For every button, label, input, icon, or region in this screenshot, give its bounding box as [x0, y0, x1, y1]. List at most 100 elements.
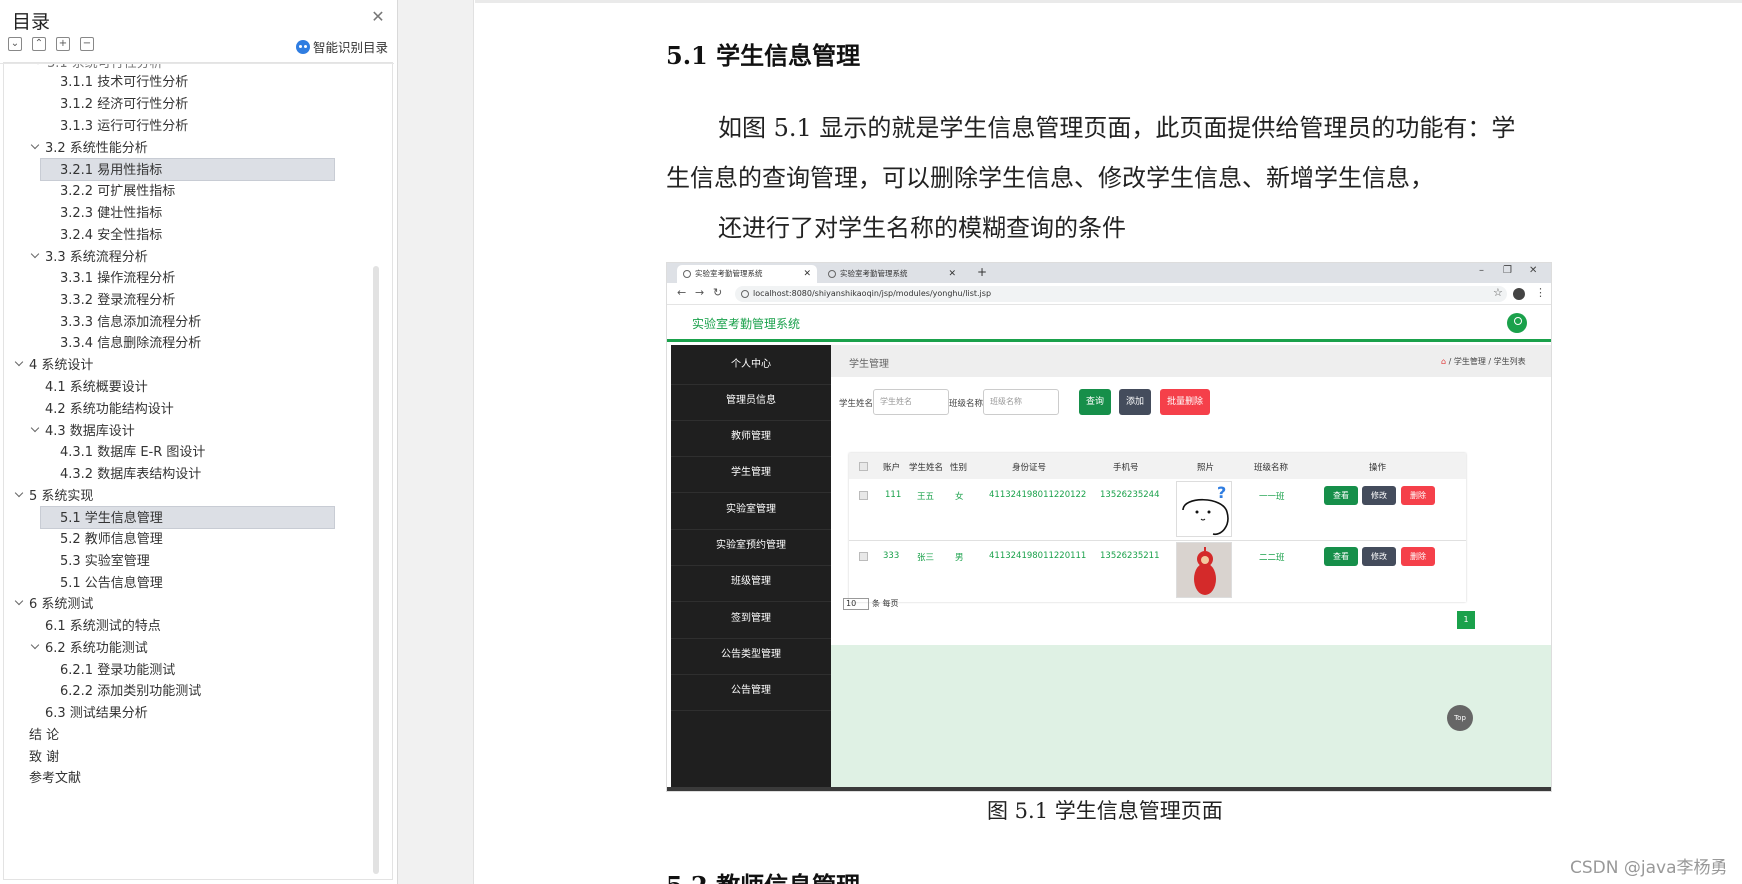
back-icon[interactable]: ←	[677, 286, 686, 299]
chevron-down-icon[interactable]	[30, 251, 40, 261]
toc-item[interactable]: 4.2 系统功能结构设计	[45, 398, 174, 421]
back-to-top-button[interactable]: Top	[1447, 705, 1473, 731]
toc-item[interactable]: 6.2 系统功能测试	[30, 637, 148, 660]
more-menu-icon[interactable]: ⋮	[1535, 286, 1546, 299]
app-header: 实验室考勤管理系统	[667, 305, 1551, 342]
toc-item[interactable]: 5.2 教师信息管理	[60, 528, 163, 551]
browser-tab[interactable]: 实验室考勤管理系统 ✕	[677, 265, 817, 283]
menu-item[interactable]: 签到管理	[671, 599, 831, 639]
new-tab-icon[interactable]: +	[977, 265, 987, 279]
toc-item[interactable]: 3.2.2 可扩展性指标	[60, 180, 175, 203]
select-all-checkbox[interactable]	[859, 462, 868, 471]
toc-item[interactable]: 3.1.2 经济可行性分析	[60, 93, 188, 116]
column-header: 照片	[1197, 463, 1215, 473]
chevron-down-icon[interactable]	[30, 425, 40, 435]
add-button[interactable]: 添加	[1119, 389, 1151, 415]
menu-item[interactable]: 实验室预约管理	[671, 526, 831, 566]
chevron-down-icon[interactable]	[14, 490, 24, 500]
cell-id-number: 411324198011220122	[989, 490, 1087, 500]
page-number-button[interactable]: 1	[1457, 611, 1475, 629]
toc-item[interactable]: 3.3.4 信息删除流程分析	[60, 332, 201, 355]
chevron-down-icon[interactable]	[30, 142, 40, 152]
edit-button[interactable]: 修改	[1362, 486, 1396, 505]
menu-item[interactable]: 班级管理	[671, 562, 831, 602]
forward-icon[interactable]: →	[695, 286, 704, 299]
toc-item[interactable]: 5.3 实验室管理	[60, 550, 150, 573]
menu-item[interactable]: 管理员信息	[671, 381, 831, 421]
toc-item[interactable]: 3.2.4 安全性指标	[60, 224, 162, 247]
home-icon[interactable]: ⌂	[1441, 357, 1446, 366]
toc-item[interactable]: 致 谢	[29, 746, 59, 769]
reload-icon[interactable]: ↻	[713, 286, 722, 299]
minimize-icon[interactable]: –	[1479, 265, 1484, 276]
close-window-icon[interactable]: ✕	[1529, 265, 1537, 276]
toc-item[interactable]: 3.3.1 操作流程分析	[60, 267, 175, 290]
toc-item[interactable]: 参考文献	[29, 767, 81, 790]
toc-item[interactable]: 6.3 测试结果分析	[45, 702, 148, 725]
class-label: 班级名称	[949, 399, 984, 409]
chevron-down-icon[interactable]	[14, 598, 24, 608]
close-icon[interactable]: ✕	[948, 265, 956, 283]
toc-item-selected[interactable]: 5.1 学生信息管理	[40, 506, 335, 529]
menu-item[interactable]: 实验室管理	[671, 490, 831, 530]
toc-item[interactable]: 4.1 系统概要设计	[45, 376, 148, 399]
toc-item[interactable]: 5.1 公告信息管理	[60, 572, 163, 595]
menu-item[interactable]: 公告管理	[671, 671, 831, 711]
student-name-input[interactable]: 学生姓名	[873, 389, 949, 415]
toc-item[interactable]: 6.2.2 添加类别功能测试	[60, 680, 201, 703]
view-button[interactable]: 查看	[1324, 486, 1358, 505]
url-field[interactable]: localhost:8080/shiyanshikaoqin/jsp/modul…	[735, 286, 1507, 302]
row-checkbox[interactable]	[859, 491, 868, 500]
profile-icon[interactable]	[1513, 288, 1525, 300]
toc-item[interactable]: 4.3.1 数据库 E-R 图设计	[60, 441, 205, 464]
menu-item[interactable]: 学生管理	[671, 453, 831, 493]
toc-item[interactable]: 3.1.3 运行可行性分析	[60, 115, 188, 138]
toc-item[interactable]: 6 系统测试	[14, 593, 93, 616]
edit-button[interactable]: 修改	[1362, 547, 1396, 566]
chevron-down-icon[interactable]	[14, 359, 24, 369]
menu-item[interactable]: 教师管理	[671, 417, 831, 457]
chevron-down-icon[interactable]	[30, 642, 40, 652]
toc-item[interactable]: 3.3.2 登录流程分析	[60, 289, 175, 312]
row-divider	[849, 540, 1466, 541]
toc-item[interactable]: 3.2 系统性能分析	[30, 137, 148, 160]
ai-detect-toc-button[interactable]: 智能识别目录	[296, 37, 388, 56]
toc-item[interactable]: 6.1 系统测试的特点	[45, 615, 161, 638]
menu-item[interactable]: 个人中心	[671, 345, 831, 385]
toc-item[interactable]: 结 论	[29, 724, 59, 747]
toc-item[interactable]: 3.3 系统流程分析	[30, 246, 148, 269]
minus-icon[interactable]: −	[80, 37, 94, 51]
chevron-down-icon[interactable]	[33, 64, 43, 67]
toc-item[interactable]: 3.3.3 信息添加流程分析	[60, 311, 201, 334]
class-name-input[interactable]: 班级名称	[983, 389, 1059, 415]
toc-item[interactable]: 4 系统设计	[14, 354, 93, 377]
meme-drawing-image: ?	[1182, 483, 1229, 536]
user-avatar-icon[interactable]	[1507, 313, 1527, 333]
row-checkbox[interactable]	[859, 552, 868, 561]
toc-item[interactable]: 5 系统实现	[14, 485, 93, 508]
view-button[interactable]: 查看	[1324, 547, 1358, 566]
paragraph-line: 如图 5.1 显示的就是学生信息管理页面，此页面提供给管理员的功能有：学	[718, 114, 1516, 142]
delete-button[interactable]: 删除	[1401, 547, 1435, 566]
toc-item[interactable]: 6.2.1 登录功能测试	[60, 659, 175, 682]
toc-item[interactable]: 3.1.1 技术可行性分析	[60, 71, 188, 94]
restore-icon[interactable]: ❐	[1503, 265, 1512, 276]
toc-scrollbar[interactable]	[373, 266, 379, 874]
figure-screenshot: 实验室考勤管理系统 ✕ 实验室考勤管理系统 ✕ + – ❐ ✕ ← → ↻ lo…	[666, 262, 1552, 792]
toc-item[interactable]: 4.3.2 数据库表结构设计	[60, 463, 201, 486]
bookmark-star-icon[interactable]: ☆	[1493, 286, 1503, 299]
batch-delete-button[interactable]: 批量删除	[1160, 389, 1210, 415]
query-button[interactable]: 查询	[1079, 389, 1111, 415]
delete-button[interactable]: 删除	[1401, 486, 1435, 505]
plus-icon[interactable]: +	[56, 37, 70, 51]
page-size-select[interactable]: 10	[843, 598, 869, 610]
expand-up-icon[interactable]: ⌃	[32, 37, 46, 51]
collapse-all-icon[interactable]: ⌄	[8, 37, 22, 51]
close-icon[interactable]: ✕	[803, 265, 811, 283]
toc-item[interactable]: 3.2.3 健壮性指标	[60, 202, 162, 225]
toc-item-selected[interactable]: 3.2.1 易用性指标	[40, 158, 335, 181]
menu-item[interactable]: 公告类型管理	[671, 635, 831, 675]
browser-tab[interactable]: 实验室考勤管理系统 ✕	[822, 265, 962, 283]
close-icon[interactable]: ✕	[369, 8, 387, 26]
toc-item[interactable]: 4.3 数据库设计	[30, 420, 135, 443]
